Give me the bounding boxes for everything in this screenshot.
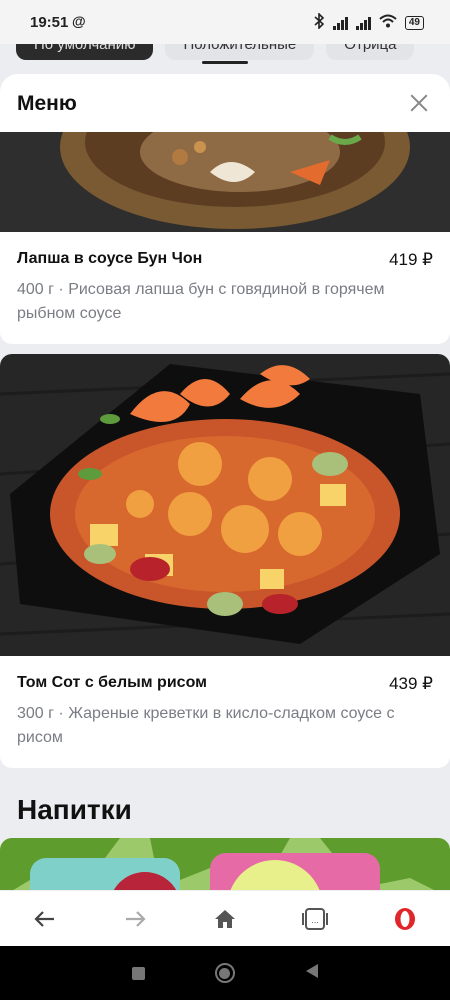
status-bar: 19:51 @ 49: [0, 0, 450, 44]
tabs-button[interactable]: ...: [295, 899, 335, 939]
sheet-title: Меню: [17, 92, 77, 115]
back-nav-button[interactable]: [305, 963, 319, 984]
dish-price: 419 ₽: [389, 250, 433, 269]
signal-icon-2: [355, 16, 371, 30]
opera-menu-button[interactable]: [385, 899, 425, 939]
dish-name: Том Сот с белым рисом: [17, 674, 207, 691]
opera-logo-icon: [395, 908, 415, 930]
active-tab-indicator: [202, 61, 248, 64]
dish-price: 439 ₽: [389, 674, 433, 693]
at-icon: @: [72, 13, 86, 29]
home-icon: [215, 910, 235, 928]
home-nav-button[interactable]: [214, 963, 235, 983]
tabs-icon: ...: [302, 908, 328, 930]
section-title: Напитки: [17, 794, 132, 825]
menu-item-card[interactable]: [0, 838, 450, 890]
home-button[interactable]: [205, 899, 245, 939]
arrow-left-icon: [34, 911, 54, 927]
recents-button[interactable]: [131, 966, 145, 980]
signal-icon: [332, 16, 348, 30]
dish-photo: [0, 838, 450, 890]
arrow-right-icon: [126, 911, 146, 927]
menu-item-card[interactable]: Том Сот с белым рисом 439 ₽ 300 г · Жаре…: [0, 354, 450, 768]
svg-text:...: ...: [311, 916, 319, 925]
close-icon[interactable]: [410, 94, 428, 112]
menu-item-card[interactable]: Лапша в соусе Бун Чон 419 ₽ 400 г · Рисо…: [0, 132, 450, 344]
system-nav-bar: [0, 946, 450, 1000]
clock: 19:51: [30, 14, 69, 31]
browser-toolbar: ...: [0, 890, 450, 947]
dish-description: 300 г · Жареные креветки в кисло-сладком…: [17, 705, 395, 746]
wifi-icon: [379, 14, 397, 31]
dish-photo: [0, 354, 450, 656]
bluetooth-icon: [313, 12, 325, 32]
forward-button[interactable]: [115, 899, 155, 939]
menu-sheet: Меню Лапша в соусе Бун Чон 419 ₽ 400 г ·…: [0, 74, 450, 890]
dish-name: Лапша в соусе Бун Чон: [17, 250, 203, 267]
battery-icon: 49: [404, 15, 424, 30]
dish-description: 400 г · Рисовая лапша бун с говядиной в …: [17, 281, 385, 322]
back-button[interactable]: [25, 899, 65, 939]
dish-photo: [0, 132, 450, 232]
sheet-header: Меню: [0, 74, 450, 132]
